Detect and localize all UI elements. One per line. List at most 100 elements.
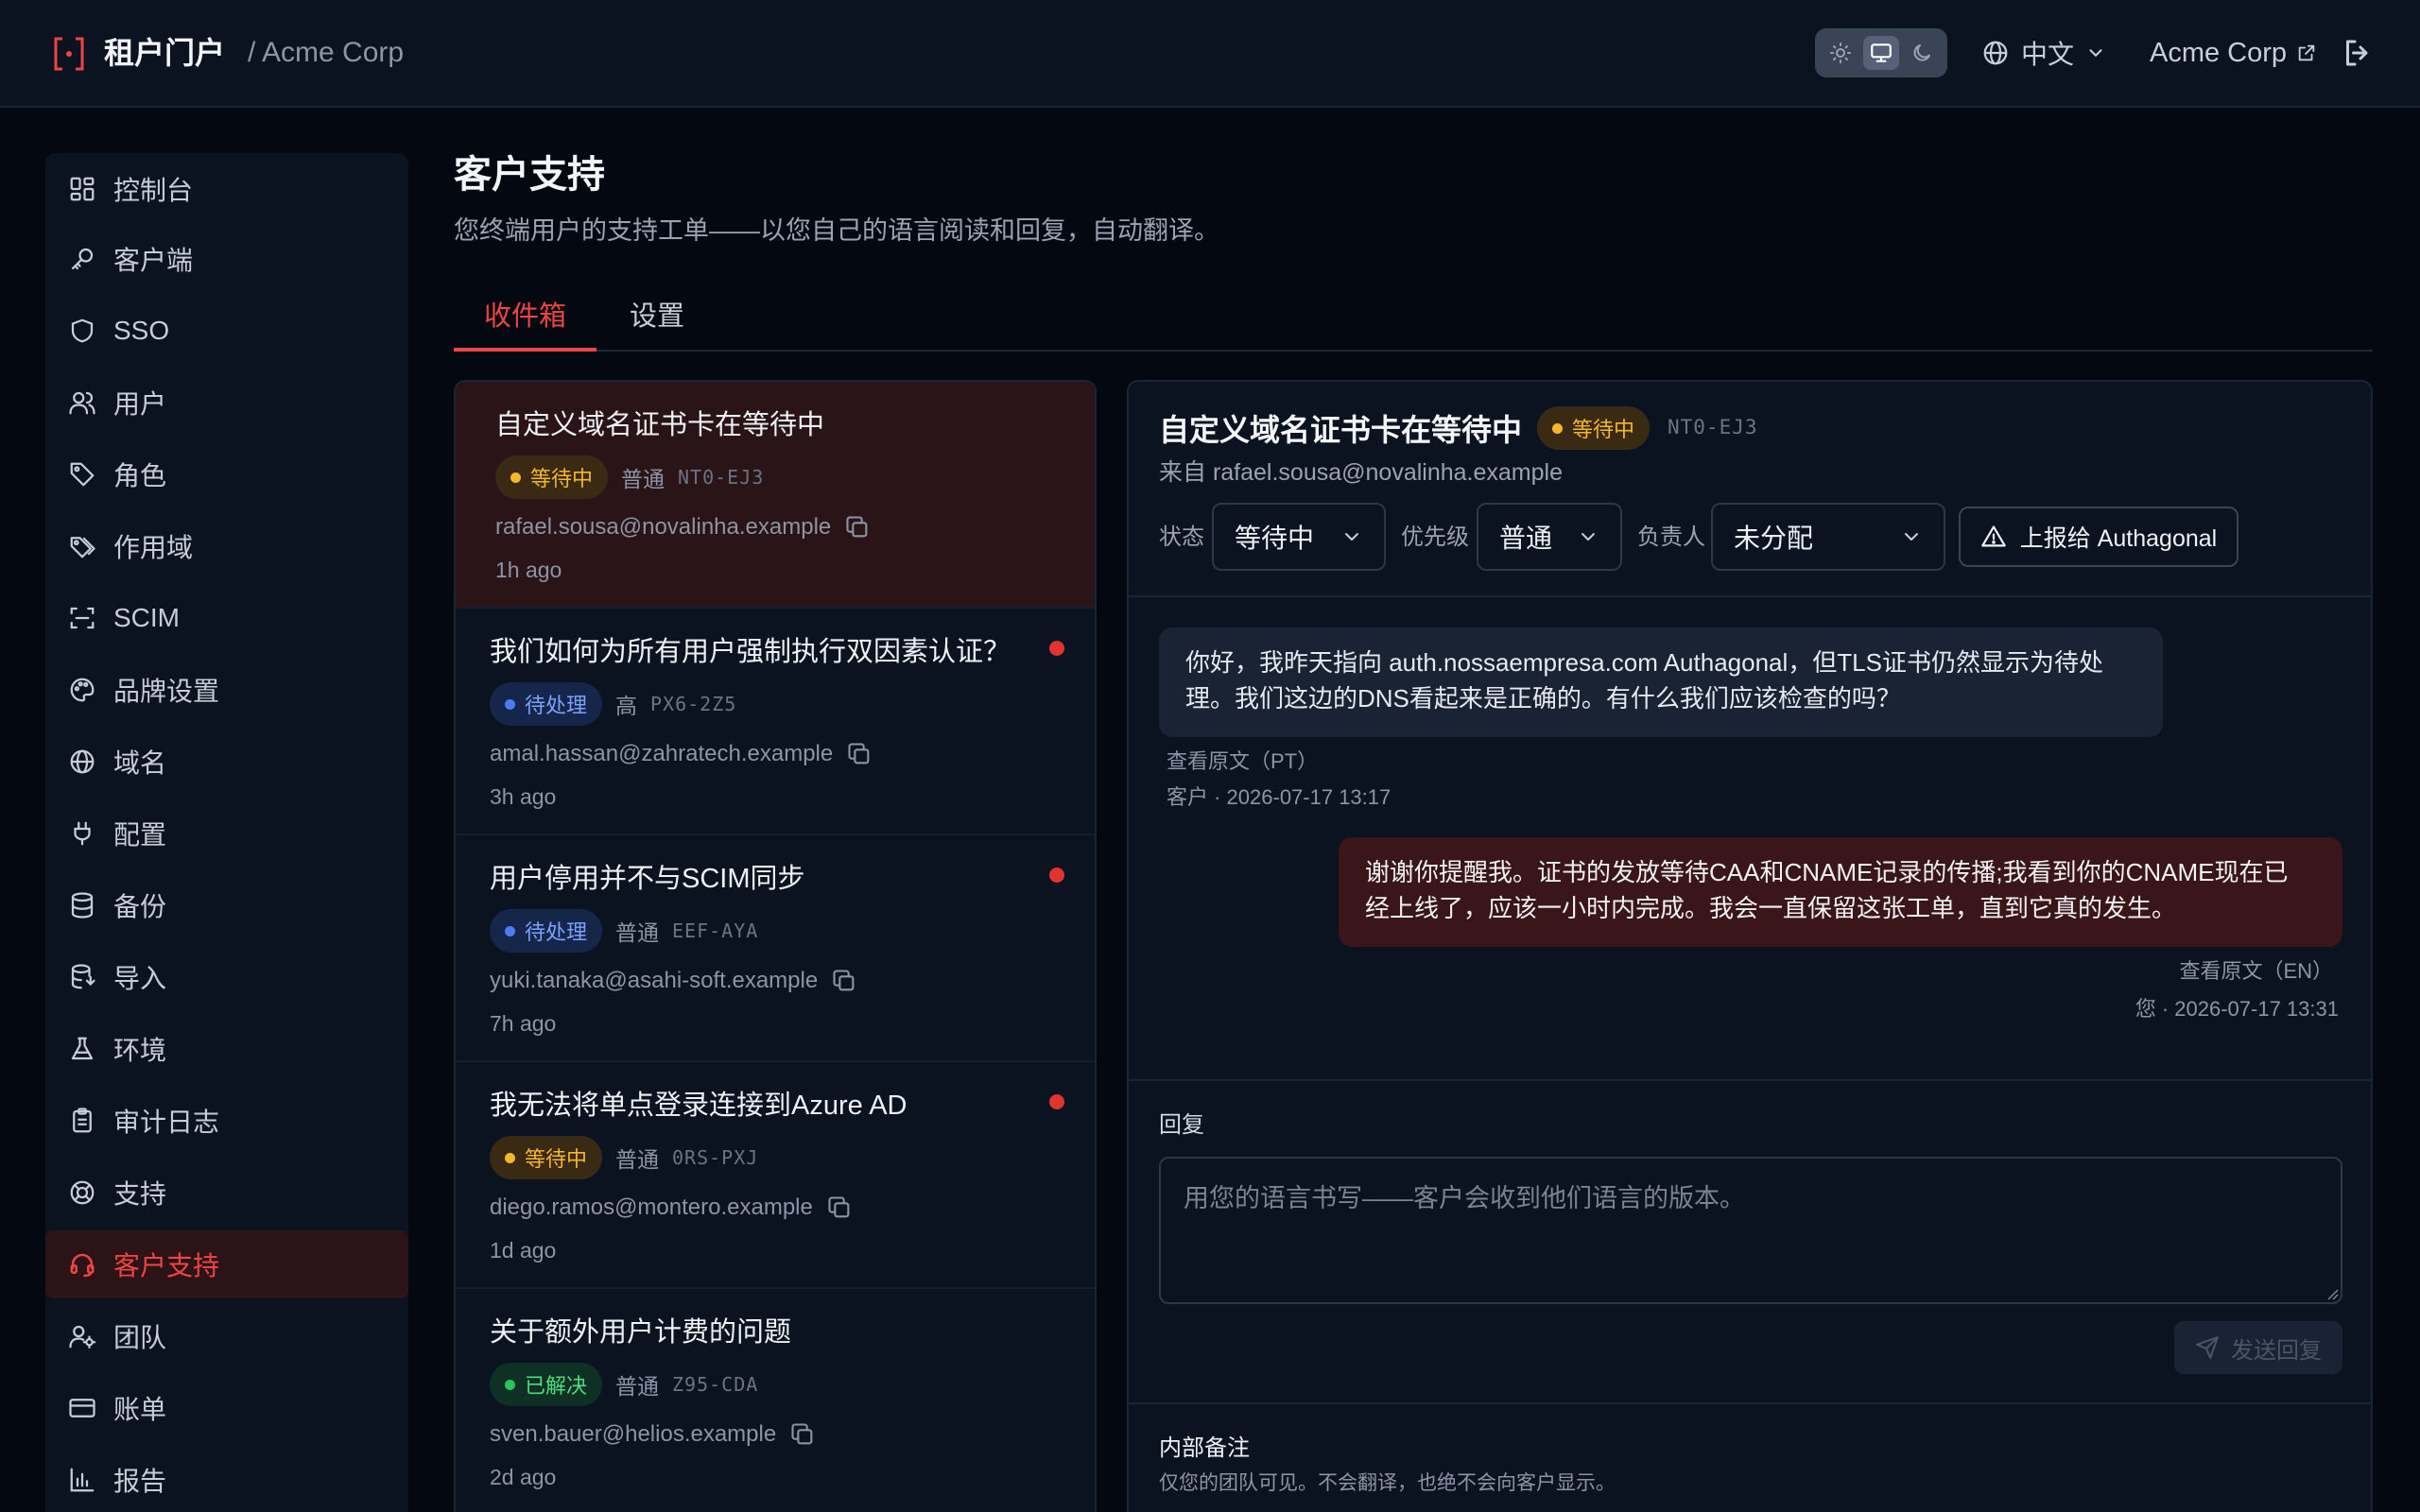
warning-icon <box>1980 525 2006 547</box>
scan-icon <box>68 604 96 632</box>
status-badge: 等待中 <box>495 455 609 499</box>
logout-icon <box>2346 40 2368 66</box>
ticket-item[interactable]: 关于额外用户计费的问题 已解决 普通 Z95-CDA sven.bauer@he… <box>456 1289 1095 1512</box>
sidebar-item-label: 品牌设置 <box>113 677 220 706</box>
ticket-detail: 自定义域名证书卡在等待中 等待中 NT0-EJ3 来自 rafael.sousa… <box>1127 380 2373 1512</box>
copy-icon[interactable] <box>826 1194 853 1221</box>
sidebar-item-domains[interactable]: 域名 <box>45 728 408 796</box>
ticket-item[interactable]: 自定义域名证书卡在等待中 等待中 普通 NT0-EJ3 rafael.sousa… <box>456 382 1095 609</box>
sidebar: 控制台 客户端 SSO 用户 角色 作用域 SCIM 品牌设置 域名 配置 备份 <box>45 153 408 1512</box>
sidebar-item-clients[interactable]: 客户端 <box>45 225 408 293</box>
internal-notes-subtitle: 仅您的团队可见。不会翻译，也绝不会向客户显示。 <box>1159 1472 1616 1494</box>
ticket-email: diego.ramos@montero.example <box>490 1194 813 1220</box>
sidebar-item-users[interactable]: 用户 <box>45 369 408 437</box>
send-reply-button[interactable]: 发送回复 <box>2174 1321 2342 1374</box>
reply-input[interactable] <box>1159 1157 2342 1304</box>
assignee-select[interactable]: 未分配 <box>1711 503 1945 571</box>
assignee-label: 负责人 <box>1637 524 1705 550</box>
tenant-link[interactable]: Acme Corp <box>2150 34 2317 72</box>
theme-dark-button[interactable] <box>1904 36 1940 70</box>
tenant-name: Acme Corp <box>2150 37 2288 68</box>
status-badge: 已解决 <box>490 1363 603 1406</box>
ticket-item[interactable]: 用户停用并不与SCIM同步 待处理 普通 EEF-AYA yuki.tanaka… <box>456 835 1095 1062</box>
user-cog-icon <box>68 1322 96 1350</box>
theme-light-button[interactable] <box>1823 36 1858 70</box>
ticket-email: sven.bauer@helios.example <box>490 1421 777 1447</box>
ticket-email: rafael.sousa@novalinha.example <box>495 514 832 540</box>
sidebar-item-label: 角色 <box>113 461 167 490</box>
logo-icon <box>54 37 84 71</box>
escalate-button[interactable]: 上报给 Authagonal <box>1959 507 2238 567</box>
sidebar-item-scim[interactable]: SCIM <box>45 584 408 652</box>
tag-icon <box>68 460 96 489</box>
sidebar-item-reports[interactable]: 报告 <box>45 1446 408 1512</box>
status-badge: 待处理 <box>490 909 603 953</box>
priority-select[interactable]: 普通 <box>1477 503 1622 571</box>
ticket-item[interactable]: 我无法将单点登录连接到Azure AD 等待中 普通 0RS-PXJ diego… <box>456 1062 1095 1289</box>
moon-icon <box>1913 44 1930 61</box>
sun-icon <box>1830 43 1851 63</box>
sidebar-item-billing[interactable]: 账单 <box>45 1374 408 1442</box>
ticket-priority: 普通 <box>615 1374 660 1399</box>
status-select[interactable]: 等待中 <box>1212 503 1386 571</box>
sidebar-item-label: 支持 <box>113 1179 167 1209</box>
copy-icon[interactable] <box>846 741 873 767</box>
ticket-subject: 自定义域名证书卡在等待中 <box>495 410 825 440</box>
tags-icon <box>68 532 96 560</box>
ticket-item[interactable]: 我们如何为所有用户强制执行双因素认证？ 待处理 高 PX6-2Z5 amal.h… <box>456 609 1095 835</box>
ticket-priority: 普通 <box>615 920 660 945</box>
sidebar-item-customer-support[interactable]: 客户支持 <box>45 1230 408 1298</box>
external-link-icon <box>2298 44 2315 61</box>
sidebar-item-team[interactable]: 团队 <box>45 1302 408 1370</box>
sidebar-item-configuration[interactable]: 配置 <box>45 799 408 868</box>
ticket-priority: 高 <box>615 694 638 718</box>
theme-system-button[interactable] <box>1863 36 1899 70</box>
ticket-time: 7h ago <box>490 1011 557 1036</box>
view-original-link[interactable]: 查看原文（PT） <box>1167 747 1318 777</box>
tab-settings[interactable]: 设置 <box>599 297 715 352</box>
chevron-down-icon <box>1345 533 1358 541</box>
page-subtitle: 您终端用户的支持工单——以您自己的语言阅读和回复，自动翻译。 <box>454 216 1219 245</box>
reply-label: 回复 <box>1159 1112 1204 1138</box>
language-label: 中文 <box>2021 40 2075 69</box>
divider <box>1129 595 2371 597</box>
sidebar-item-branding[interactable]: 品牌设置 <box>45 656 408 724</box>
ticket-time: 2d ago <box>490 1465 557 1489</box>
sidebar-item-label: SCIM <box>113 603 180 632</box>
org-breadcrumb: / Acme Corp <box>248 37 405 68</box>
copy-icon[interactable] <box>789 1421 816 1448</box>
ticket-id: NT0-EJ3 <box>678 466 765 489</box>
sidebar-item-audit-log[interactable]: 审计日志 <box>45 1087 408 1155</box>
ticket-email: yuki.tanaka@asahi-soft.example <box>490 968 819 993</box>
ticket-title: 自定义域名证书卡在等待中 <box>1159 413 1523 447</box>
priority-label: 优先级 <box>1401 524 1469 550</box>
language-select[interactable]: 中文 <box>1981 34 2106 72</box>
sidebar-item-dashboard[interactable]: 控制台 <box>45 155 408 223</box>
divider <box>1129 1079 2371 1081</box>
view-original-link[interactable]: 查看原文（EN） <box>1961 956 2333 987</box>
logout-button[interactable] <box>2341 36 2375 70</box>
chevron-down-icon <box>1582 533 1595 541</box>
sidebar-item-sso[interactable]: SSO <box>45 297 408 365</box>
bar-chart-icon <box>68 1466 96 1494</box>
tab-inbox[interactable]: 收件箱 <box>454 297 597 352</box>
plug-icon <box>68 819 96 848</box>
ticket-subject: 关于额外用户计费的问题 <box>490 1317 792 1348</box>
sidebar-item-support[interactable]: 支持 <box>45 1159 408 1227</box>
send-icon <box>2196 1336 2219 1359</box>
ticket-sender: 来自 rafael.sousa@novalinha.example <box>1159 459 1563 486</box>
top-bar: 租户门户 / Acme Corp 中文 Acme Corp <box>0 0 2420 108</box>
sidebar-item-roles[interactable]: 角色 <box>45 440 408 508</box>
copy-icon[interactable] <box>831 968 857 994</box>
sidebar-item-scopes[interactable]: 作用域 <box>45 512 408 580</box>
sidebar-item-import[interactable]: 导入 <box>45 943 408 1011</box>
sidebar-item-label: 配置 <box>113 820 167 850</box>
copy-icon[interactable] <box>844 514 871 541</box>
sidebar-item-environments[interactable]: 环境 <box>45 1015 408 1083</box>
flask-icon <box>68 1035 96 1063</box>
sidebar-item-backup[interactable]: 备份 <box>45 871 408 939</box>
sidebar-item-label: 客户端 <box>113 246 194 275</box>
credit-card-icon <box>68 1394 96 1422</box>
resize-handle-icon[interactable] <box>2325 1287 2339 1300</box>
sidebar-item-label: 客户支持 <box>113 1251 220 1280</box>
